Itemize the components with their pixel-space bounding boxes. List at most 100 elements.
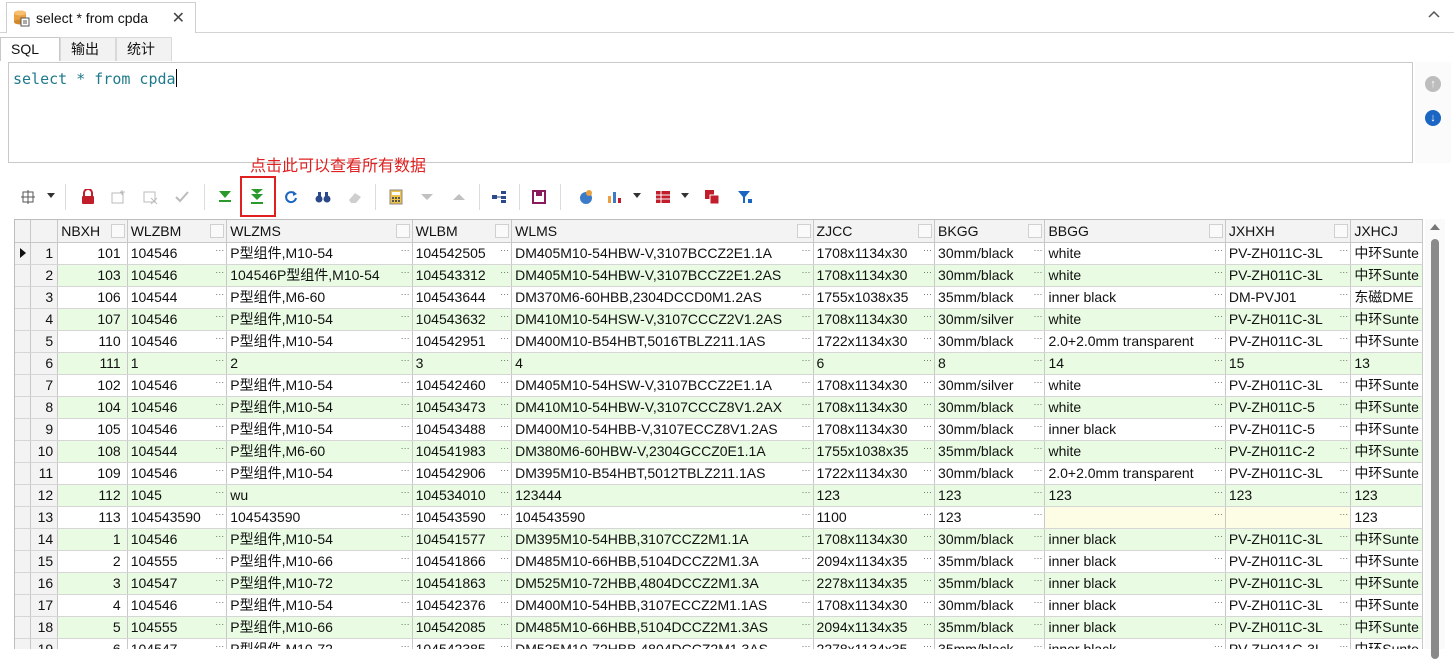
table-cell[interactable]: inner black ··· [1044, 638, 1226, 649]
table-cell[interactable]: inner black ··· [1044, 418, 1226, 441]
table-cell[interactable]: 104542376 ··· [412, 594, 513, 617]
cell-editor-ellipsis[interactable]: ··· [1033, 245, 1042, 254]
cell-editor-ellipsis[interactable]: ··· [923, 399, 932, 408]
cell-editor-ellipsis[interactable]: ··· [1033, 333, 1042, 342]
grid-view-icon[interactable] [653, 187, 673, 207]
add-row-icon[interactable] [108, 187, 128, 207]
cell-editor-ellipsis[interactable]: ··· [401, 289, 410, 298]
cell-editor-ellipsis[interactable]: ··· [923, 553, 932, 562]
table-cell[interactable]: 30mm/silver ··· [934, 374, 1046, 397]
table-cell[interactable]: 35mm/black ··· [934, 286, 1046, 309]
cell-editor-ellipsis[interactable]: ··· [401, 575, 410, 584]
cell-editor-ellipsis[interactable]: ··· [1214, 399, 1223, 408]
table-cell[interactable]: 1708x1134x30 ··· [813, 418, 936, 441]
cell-editor-ellipsis[interactable]: ··· [802, 641, 811, 649]
table-cell[interactable]: 14 ··· [1044, 352, 1226, 375]
column-options-icon[interactable] [495, 224, 510, 238]
table-cell[interactable]: DM405M10-54HBW-V,3107BCCZ2E1.1A ··· [511, 242, 814, 265]
table-cell[interactable]: 1722x1134x30 ··· [813, 330, 936, 353]
table-cell[interactable]: DM485M10-66HBB,5104DCCZ2M1.3AS ··· [511, 616, 814, 639]
table-cell[interactable]: 104555 ··· [127, 616, 228, 639]
table-cell[interactable]: 中环Sunte [1350, 550, 1423, 573]
table-cell[interactable]: 1100 ··· [813, 506, 936, 529]
table-cell[interactable]: 35mm/black ··· [934, 572, 1046, 595]
cell-editor-ellipsis[interactable]: ··· [500, 553, 509, 562]
cell-editor-ellipsis[interactable]: ··· [215, 377, 224, 386]
table-cell[interactable]: 1708x1134x30 ··· [813, 264, 936, 287]
cell-editor-ellipsis[interactable]: ··· [1339, 641, 1348, 649]
row-indicator[interactable] [15, 330, 32, 353]
cell-editor-ellipsis[interactable]: ··· [923, 377, 932, 386]
table-cell[interactable]: ··· [1225, 506, 1352, 529]
table-row[interactable]: 5 110 104546 ··· P型组件,M10-54 ··· 104542951 ··· D… [15, 330, 1423, 353]
cell-editor-ellipsis[interactable]: ··· [215, 421, 224, 430]
compare-icon[interactable] [702, 187, 722, 207]
table-cell[interactable]: P型组件,M10-54 ··· [226, 242, 413, 265]
cell-editor-ellipsis[interactable]: ··· [500, 619, 509, 628]
column-header[interactable]: NBXH [57, 220, 128, 243]
cell-editor-ellipsis[interactable]: ··· [923, 597, 932, 606]
close-tab-icon[interactable]: ✕ [172, 8, 185, 28]
chevron-up-icon[interactable] [1428, 6, 1440, 21]
cell-editor-ellipsis[interactable]: ··· [1214, 465, 1223, 474]
table-cell[interactable]: 15 ··· [1225, 352, 1352, 375]
column-header[interactable]: WLZBM [127, 220, 228, 243]
table-cell[interactable]: DM-PVJ01 ··· [1225, 286, 1352, 309]
table-cell[interactable]: P型组件,M10-54 ··· [226, 528, 413, 551]
table-cell[interactable]: P型组件,M10-54 ··· [226, 330, 413, 353]
table-cell[interactable]: 104546 ··· [127, 330, 228, 353]
cell-editor-ellipsis[interactable]: ··· [1033, 443, 1042, 452]
cell-editor-ellipsis[interactable]: ··· [802, 399, 811, 408]
result-grid[interactable]: NBXH WLZBM WLZMS WLBM WLMS ZJCC BKGG BBG… [14, 219, 1423, 649]
row-indicator[interactable] [15, 352, 32, 375]
cell-editor-ellipsis[interactable]: ··· [500, 333, 509, 342]
cell-editor-ellipsis[interactable]: ··· [401, 597, 410, 606]
table-cell[interactable]: 35mm/black ··· [934, 616, 1046, 639]
table-cell[interactable]: PV-ZH011C-3L ··· [1225, 594, 1352, 617]
table-cell[interactable]: 110 [57, 330, 128, 353]
row-indicator[interactable] [15, 286, 32, 309]
table-cell[interactable]: P型组件,M10-54 ··· [226, 418, 413, 441]
cell-editor-ellipsis[interactable]: ··· [1214, 641, 1223, 649]
cell-editor-ellipsis[interactable]: ··· [401, 487, 410, 496]
table-cell[interactable]: PV-ZH011C-3L ··· [1225, 550, 1352, 573]
cell-editor-ellipsis[interactable]: ··· [923, 575, 932, 584]
row-indicator[interactable] [15, 242, 32, 265]
cell-editor-ellipsis[interactable]: ··· [1339, 553, 1348, 562]
table-cell[interactable]: PV-ZH011C-3L ··· [1225, 330, 1352, 353]
column-header[interactable]: BKGG [934, 220, 1046, 243]
table-row[interactable]: 17 4 104546 ··· P型组件,M10-54 ··· 104542376 ··· DM… [15, 594, 1423, 617]
cell-editor-ellipsis[interactable]: ··· [1033, 575, 1042, 584]
cell-editor-ellipsis[interactable]: ··· [1214, 333, 1223, 342]
table-cell[interactable]: 104541866 ··· [412, 550, 513, 573]
cell-editor-ellipsis[interactable]: ··· [802, 509, 811, 518]
cell-editor-ellipsis[interactable]: ··· [1214, 421, 1223, 430]
cell-editor-ellipsis[interactable]: ··· [1033, 597, 1042, 606]
table-cell[interactable]: 1045 ··· [127, 484, 228, 507]
table-cell[interactable]: 104542951 ··· [412, 330, 513, 353]
table-row[interactable]: 7 102 104546 ··· P型组件,M10-54 ··· 104542460 ··· D… [15, 374, 1423, 397]
table-cell[interactable]: PV-ZH011C-3L ··· [1225, 528, 1352, 551]
cell-editor-ellipsis[interactable]: ··· [215, 465, 224, 474]
table-cell[interactable]: 中环Sunte [1350, 462, 1423, 485]
scroll-up-arrow-icon[interactable] [1430, 224, 1440, 230]
tab-output[interactable]: 输出 [60, 37, 116, 61]
table-cell[interactable]: 104542385 ··· [412, 638, 513, 649]
table-cell[interactable]: PV-ZH011C-3L ··· [1225, 308, 1352, 331]
table-cell[interactable]: 4 ··· [511, 352, 814, 375]
cell-editor-ellipsis[interactable]: ··· [923, 245, 932, 254]
cell-editor-ellipsis[interactable]: ··· [401, 377, 410, 386]
cell-editor-ellipsis[interactable]: ··· [1339, 333, 1348, 342]
cell-editor-ellipsis[interactable]: ··· [1339, 443, 1348, 452]
table-cell[interactable]: 104546P型组件,M10-54 ··· [226, 264, 413, 287]
cell-editor-ellipsis[interactable]: ··· [1033, 619, 1042, 628]
cell-editor-ellipsis[interactable]: ··· [802, 553, 811, 562]
cell-editor-ellipsis[interactable]: ··· [802, 443, 811, 452]
table-cell[interactable]: 104541983 ··· [412, 440, 513, 463]
table-cell[interactable]: white ··· [1044, 374, 1226, 397]
cell-editor-ellipsis[interactable]: ··· [1214, 509, 1223, 518]
table-cell[interactable]: 106 [57, 286, 128, 309]
table-cell[interactable]: DM525M10-72HBB,4804DCCZ2M1.3AS ··· [511, 638, 814, 649]
cell-editor-ellipsis[interactable]: ··· [401, 443, 410, 452]
cell-editor-ellipsis[interactable]: ··· [1214, 597, 1223, 606]
